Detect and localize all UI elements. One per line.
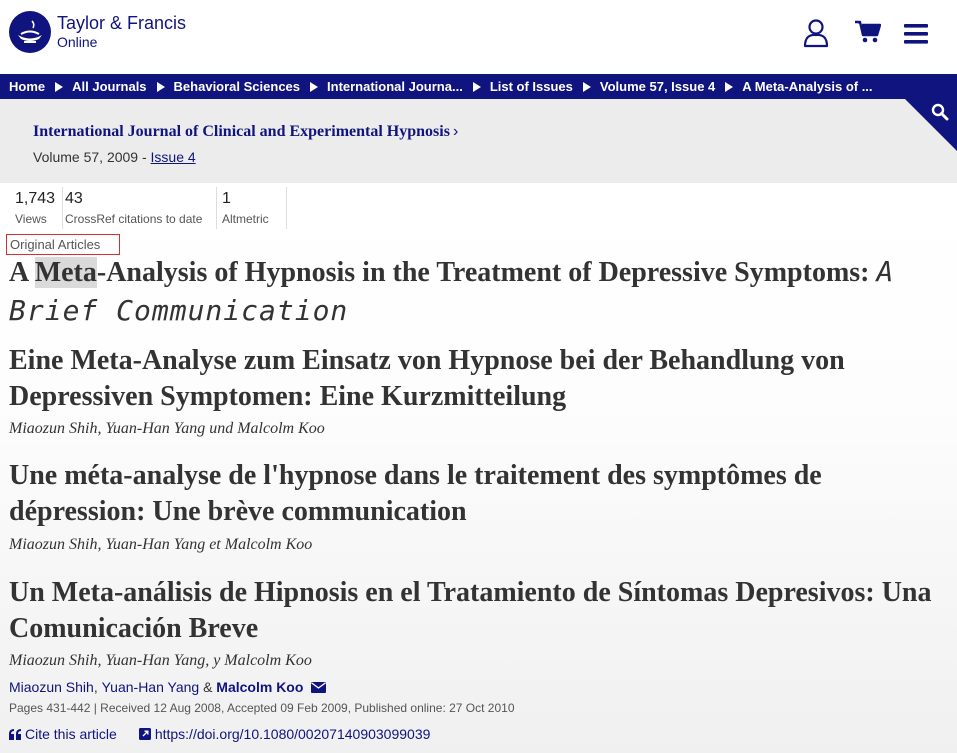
lamp-icon xyxy=(18,20,42,43)
volume-line: Volume 57, 2009 - Issue 4 xyxy=(33,149,196,165)
metric-crossref-value: 43 xyxy=(65,190,83,207)
metric-altmetric[interactable]: 1 Altmetric xyxy=(217,187,287,229)
brand-sub: Online xyxy=(57,34,98,50)
menu-icon[interactable] xyxy=(904,24,928,49)
author-link[interactable]: Miaozun Shih xyxy=(9,679,94,695)
breadcrumb-journal[interactable]: International Journa... xyxy=(327,79,463,94)
author-and: & xyxy=(203,679,213,695)
envelope-icon[interactable] xyxy=(311,681,327,693)
journal-title: International Journal of Clinical and Ex… xyxy=(33,123,450,140)
title-part-2: -Analysis of Hypnosis in the Treatment o… xyxy=(96,257,877,288)
breadcrumb-current: A Meta-Analysis of ... xyxy=(742,79,873,94)
quote-icon xyxy=(9,728,21,740)
breadcrumb-arrow-icon xyxy=(725,81,734,92)
breadcrumb-arrow-icon xyxy=(582,81,591,92)
journal-title-link[interactable]: International Journal of Clinical and Ex… xyxy=(33,123,458,141)
metric-altmetric-label: Altmetric xyxy=(222,212,269,226)
breadcrumb-arrow-icon xyxy=(472,81,481,92)
article-title: A Meta-Analysis of Hypnosis in the Treat… xyxy=(9,253,929,331)
site-header: Taylor & Francis Online xyxy=(0,0,957,72)
section-label: Original Articles xyxy=(6,234,120,255)
breadcrumb: Home All Journals Behavioral Sciences In… xyxy=(0,74,957,99)
breadcrumb-behavioral-sciences[interactable]: Behavioral Sciences xyxy=(174,79,300,94)
breadcrumb-arrow-icon xyxy=(310,81,319,92)
title-highlight: Meta xyxy=(34,257,97,288)
title-part-1: A xyxy=(9,257,35,288)
breadcrumb-home[interactable]: Home xyxy=(9,79,45,94)
metric-crossref-label: CrossRef citations to date xyxy=(65,212,203,226)
author-link-corresponding[interactable]: Malcolm Koo xyxy=(216,679,303,695)
doi-text: https://doi.org/10.1080/0020714090309903… xyxy=(154,726,431,742)
author-list: Miaozun Shih, Yuan-Han Yang & Malcolm Ko… xyxy=(9,679,327,695)
translated-authors-es: Miaozun Shih, Yuan-Han Yang, y Malcolm K… xyxy=(9,652,312,669)
user-icon[interactable] xyxy=(803,18,829,53)
breadcrumb-volume[interactable]: Volume 57, Issue 4 xyxy=(600,79,715,94)
breadcrumb-all-journals[interactable]: All Journals xyxy=(72,79,146,94)
external-link-icon xyxy=(138,728,151,740)
breadcrumb-list-of-issues[interactable]: List of Issues xyxy=(490,79,573,94)
breadcrumb-arrow-icon xyxy=(156,81,165,92)
publication-info: Pages 431-442 | Received 12 Aug 2008, Ac… xyxy=(9,701,515,715)
volume-text: Volume 57, 2009 - xyxy=(33,149,151,165)
citation-row: Cite this article https://doi.org/10.108… xyxy=(9,726,430,742)
metric-views: 1,743 Views xyxy=(9,187,63,229)
author-separator: , xyxy=(93,679,98,695)
article-metrics: 1,743 Views 43 CrossRef citations to dat… xyxy=(9,187,287,229)
translated-title-de: Eine Meta-Analyse zum Einsatz von Hypnos… xyxy=(9,345,845,412)
brand-text[interactable]: Taylor & Francis Online xyxy=(57,13,186,51)
translated-authors-fr: Miaozun Shih, Yuan-Han Yang et Malcolm K… xyxy=(9,536,313,553)
breadcrumb-arrow-icon xyxy=(55,81,64,92)
issue-link[interactable]: Issue 4 xyxy=(151,149,196,165)
metric-crossref[interactable]: 43 CrossRef citations to date xyxy=(63,187,217,229)
cite-label: Cite this article xyxy=(25,726,117,742)
translated-title-fr: Une méta-analyse de l'hypnose dans le tr… xyxy=(9,460,822,527)
taylor-francis-logo[interactable] xyxy=(9,11,51,53)
chevron-right-icon: › xyxy=(452,123,459,140)
translated-authors-de: Miaozun Shih, Yuan-Han Yang und Malcolm … xyxy=(9,420,325,437)
metric-views-label: Views xyxy=(15,212,47,226)
brand-name: Taylor & Francis xyxy=(57,13,187,33)
metric-views-value: 1,743 xyxy=(15,190,56,207)
author-link[interactable]: Yuan-Han Yang xyxy=(102,679,200,695)
doi-link[interactable]: https://doi.org/10.1080/0020714090309903… xyxy=(138,726,431,742)
search-icon[interactable] xyxy=(931,103,949,126)
cart-icon[interactable] xyxy=(855,20,882,49)
cite-article-link[interactable]: Cite this article xyxy=(9,726,117,742)
metric-altmetric-value: 1 xyxy=(222,190,231,207)
translated-title-es: Un Meta-análisis de Hipnosis en el Trata… xyxy=(9,577,932,644)
